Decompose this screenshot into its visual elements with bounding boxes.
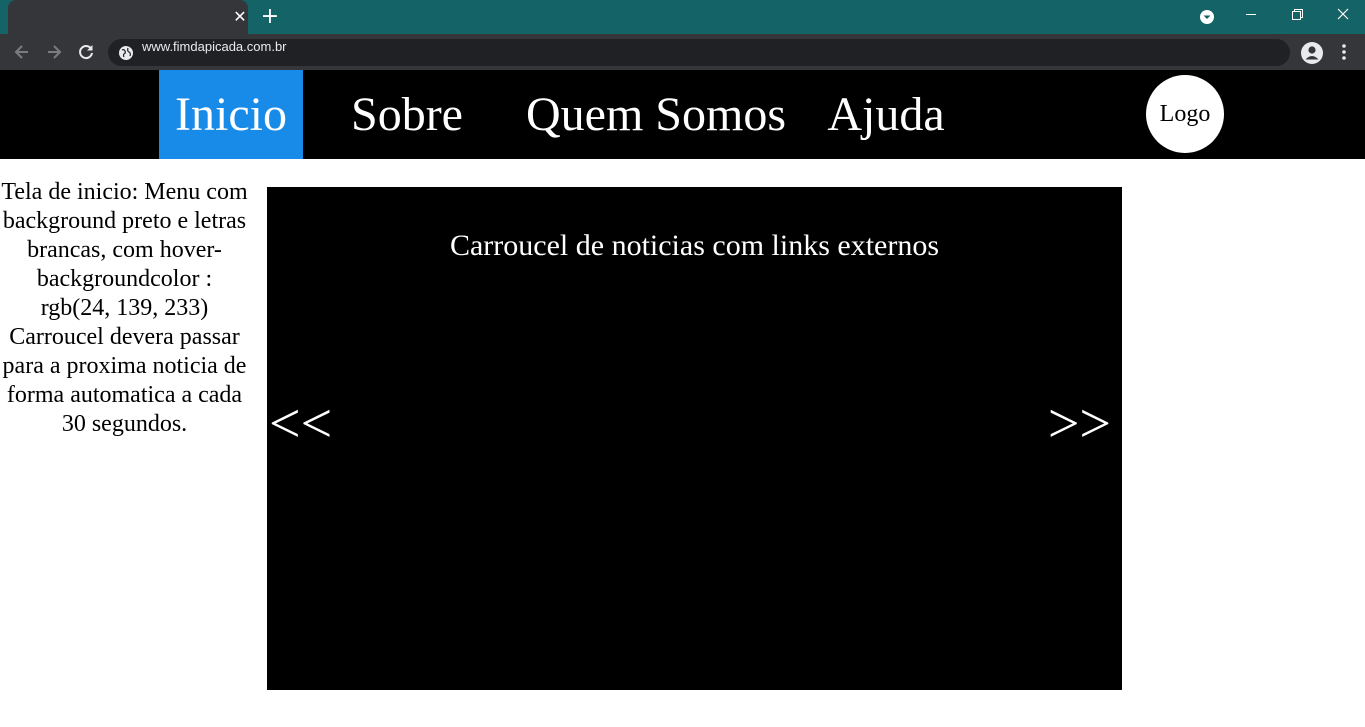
forward-icon[interactable] <box>44 42 64 62</box>
browser-toolbar: www.fimdapicada.com.br <box>0 34 1365 70</box>
nav-item-sobre[interactable]: Sobre <box>337 70 477 159</box>
carousel-title[interactable]: Carroucel de noticias com links externos <box>267 228 1122 264</box>
news-carousel: Carroucel de noticias com links externos… <box>267 187 1122 690</box>
nav-item-quem-somos[interactable]: Quem Somos <box>516 70 796 159</box>
kebab-menu-icon[interactable] <box>1336 42 1352 62</box>
restore-icon[interactable] <box>1274 0 1320 34</box>
nav-item-inicio[interactable]: Inicio <box>159 70 303 159</box>
browser-tab-strip: ✕ + <box>0 0 1365 34</box>
tab-close-icon[interactable]: ✕ <box>230 7 250 27</box>
reload-icon[interactable] <box>76 42 96 62</box>
page-description: Tela de inicio: Menu com background pret… <box>1 179 248 437</box>
carousel-prev-button[interactable]: << <box>269 392 332 456</box>
globe-icon <box>119 46 133 60</box>
close-window-icon[interactable] <box>1320 0 1365 34</box>
logo[interactable]: Logo <box>1146 75 1224 153</box>
new-tab-icon[interactable]: + <box>258 5 282 29</box>
nav-item-ajuda[interactable]: Ajuda <box>816 70 956 159</box>
main-navbar: Inicio Sobre Quem Somos Ajuda Logo <box>0 70 1365 159</box>
account-icon[interactable] <box>1300 41 1324 65</box>
url-text[interactable]: www.fimdapicada.com.br <box>142 39 287 54</box>
carousel-next-button[interactable]: >> <box>1048 392 1111 456</box>
address-bar[interactable]: www.fimdapicada.com.br <box>108 39 1290 66</box>
tab-search-icon[interactable] <box>1184 0 1230 34</box>
browser-tab[interactable]: ✕ <box>8 0 248 34</box>
back-icon[interactable] <box>12 42 32 62</box>
minimize-icon[interactable] <box>1228 0 1274 34</box>
